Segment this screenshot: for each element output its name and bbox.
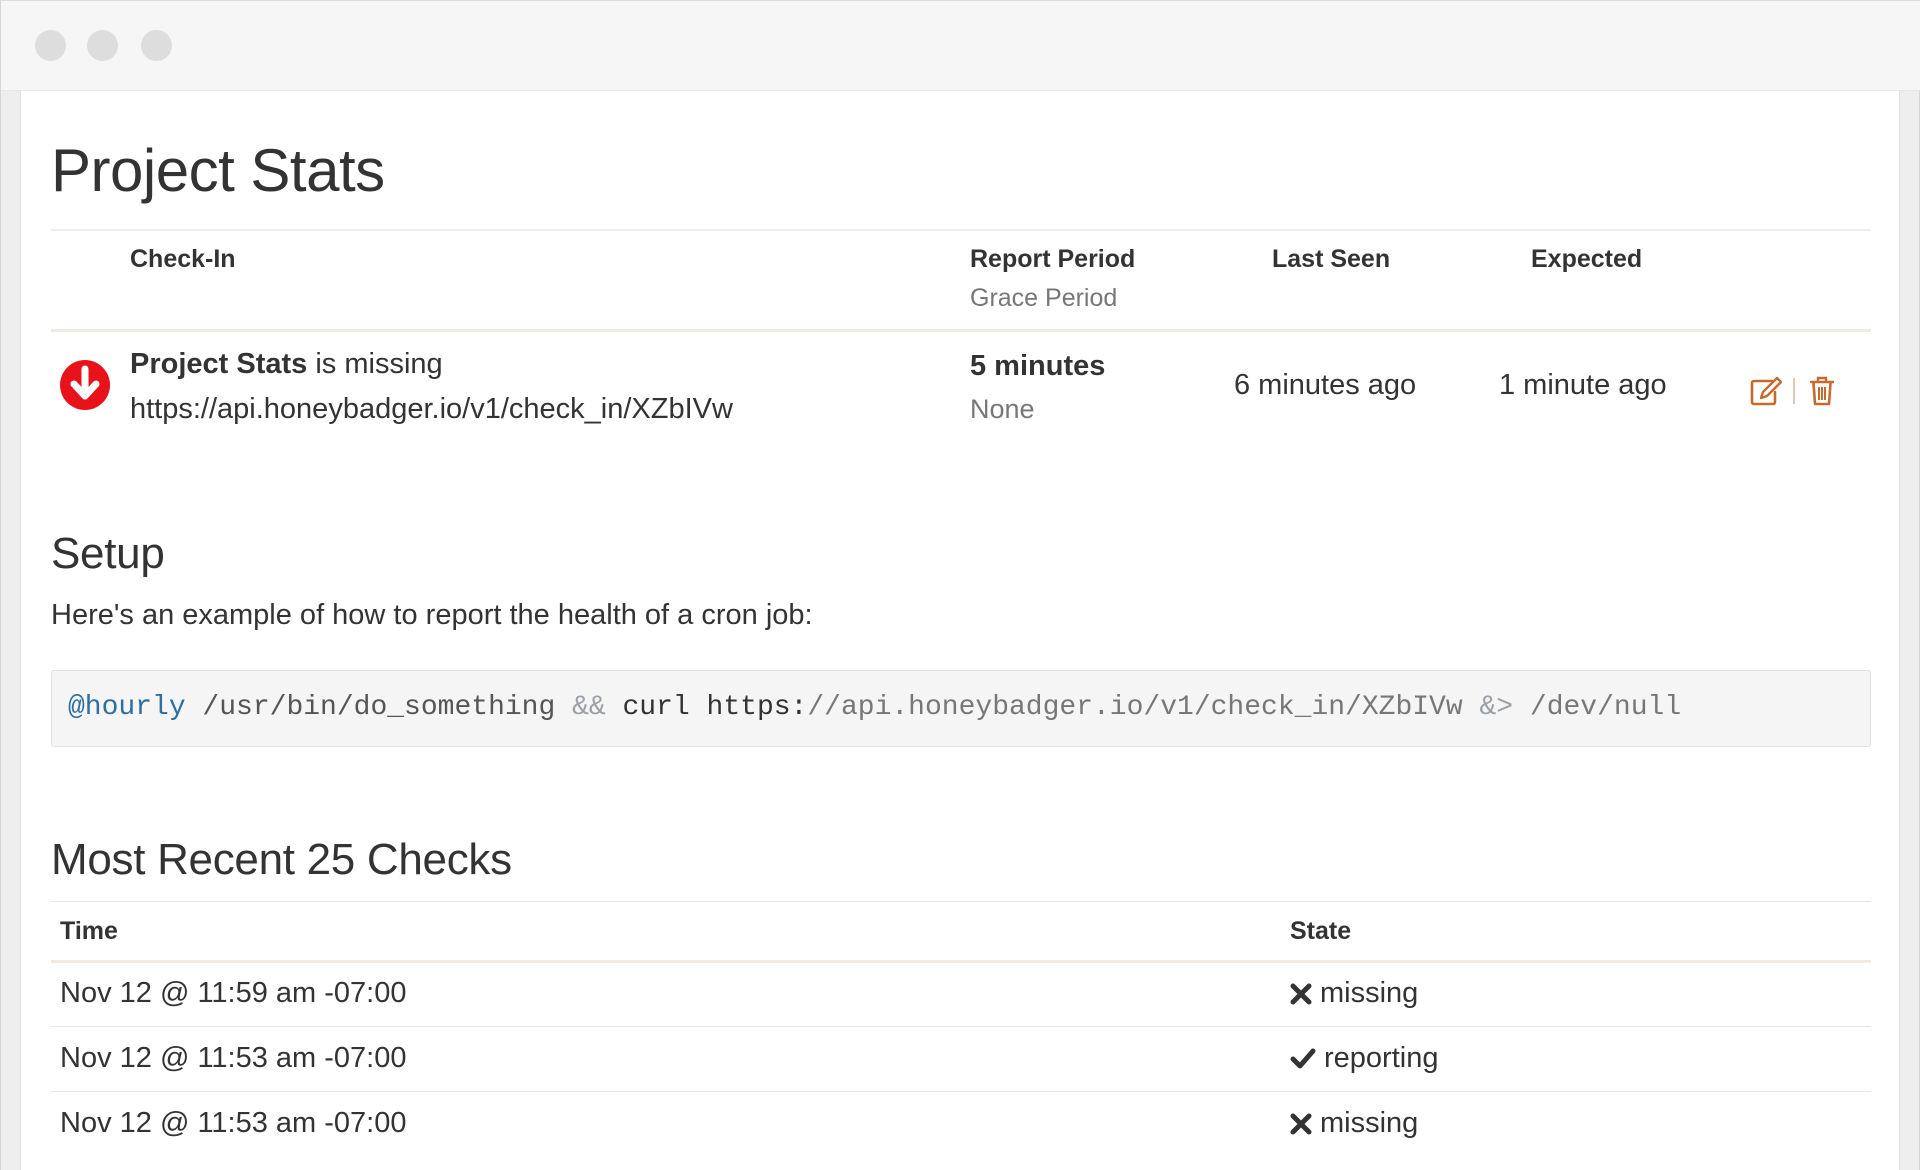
setup-description: Here's an example of how to report the h… xyxy=(51,599,813,631)
trash-icon xyxy=(1810,376,1834,406)
code-url-proto: https: xyxy=(706,692,808,723)
window-titlebar xyxy=(1,0,1920,91)
table-row-time: Nov 12 @ 11:59 am -07:00 xyxy=(60,977,407,1009)
check-icon xyxy=(1290,1048,1316,1068)
checkin-status-text: is missing xyxy=(307,348,443,380)
table-row-state: missing xyxy=(1290,977,1418,1010)
checkin-name[interactable]: Project Stats xyxy=(130,348,307,380)
row-divider xyxy=(51,1026,1871,1027)
table-row-state: missing xyxy=(1290,1107,1418,1140)
recent-checks-header-divider xyxy=(51,960,1871,963)
last-seen-value: 6 minutes ago xyxy=(1234,369,1417,401)
checkin-url: https://api.honeybadger.io/v1/check_in/X… xyxy=(130,393,733,425)
setup-title: Setup xyxy=(51,529,165,578)
action-separator xyxy=(1793,378,1795,404)
checkin-title: Project Stats is missing xyxy=(130,348,443,381)
table-row-time: Nov 12 @ 11:53 am -07:00 xyxy=(60,1107,407,1139)
column-header-expected: Expected xyxy=(1531,245,1643,273)
left-frame xyxy=(1,91,21,1170)
column-header-checkin: Check-In xyxy=(130,245,236,273)
page-title: Project Stats xyxy=(51,137,385,204)
code-and-operator: && xyxy=(572,692,606,723)
header-divider xyxy=(51,229,1871,231)
right-frame xyxy=(1899,91,1919,1170)
table-row-state: reporting xyxy=(1290,1042,1438,1075)
recent-checks-title: Most Recent 25 Checks xyxy=(51,835,512,884)
x-icon xyxy=(1290,1113,1312,1134)
column-header-state: State xyxy=(1290,917,1352,945)
code-redirect: &> xyxy=(1462,692,1530,723)
table-row-time: Nov 12 @ 11:53 am -07:00 xyxy=(60,1042,407,1074)
window-minimize-button[interactable] xyxy=(87,30,118,61)
column-header-time: Time xyxy=(60,917,118,945)
code-curl: curl xyxy=(605,692,707,723)
cron-code-snippet[interactable]: @hourly /usr/bin/do_something && curl ht… xyxy=(51,670,1871,747)
edit-icon xyxy=(1750,376,1782,406)
report-period-value: 5 minutes xyxy=(970,350,1106,382)
state-label: missing xyxy=(1320,1107,1419,1139)
code-url: https://api.honeybadger.io/v1/check_in/X… xyxy=(707,692,1463,723)
state-label: reporting xyxy=(1324,1042,1439,1074)
window-close-button[interactable] xyxy=(35,30,66,61)
window-zoom-button[interactable] xyxy=(141,30,172,61)
edit-button[interactable] xyxy=(1749,374,1783,408)
state-label: missing xyxy=(1320,977,1419,1009)
browser-window: Project Stats Check-In Report Period Gra… xyxy=(0,0,1920,1170)
grace-period-value: None xyxy=(970,394,1035,424)
code-schedule: @hourly xyxy=(68,692,186,723)
code-command: /usr/bin/do_something xyxy=(185,692,573,723)
expected-value: 1 minute ago xyxy=(1499,369,1667,401)
recent-checks-divider xyxy=(51,901,1871,902)
column-header-grace-period: Grace Period xyxy=(970,284,1118,312)
table-header-divider xyxy=(51,329,1871,332)
column-header-last-seen: Last Seen xyxy=(1272,245,1391,273)
row-divider xyxy=(51,1091,1871,1092)
column-header-report-period: Report Period xyxy=(970,245,1136,273)
code-null-path: /dev/null xyxy=(1529,692,1682,723)
x-icon xyxy=(1290,983,1312,1004)
row-actions xyxy=(1749,374,1839,408)
delete-button[interactable] xyxy=(1805,374,1839,408)
code-url-rest: //api.honeybadger.io/v1/check_in/XZbIVw xyxy=(807,692,1463,723)
missing-status-icon xyxy=(60,360,110,410)
